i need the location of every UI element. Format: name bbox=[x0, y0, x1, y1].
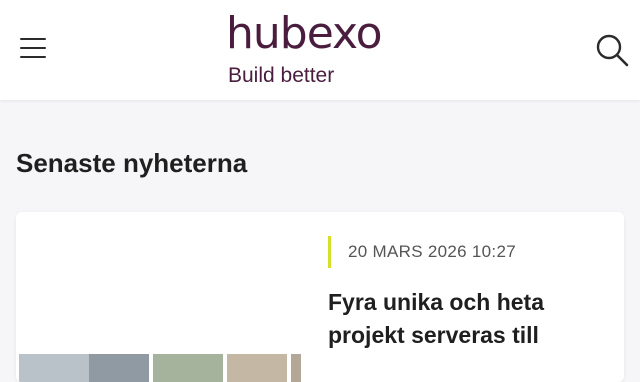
search-icon[interactable] bbox=[594, 32, 630, 68]
hubexo-logo[interactable]: hubexo Build better bbox=[226, 12, 402, 92]
news-card-date: 20 MARS 2026 10:27 bbox=[328, 236, 516, 268]
news-card[interactable]: 20 MARS 2026 10:27 Fyra unika och heta p… bbox=[16, 212, 624, 382]
logo-tagline: Build better bbox=[228, 64, 335, 87]
logo-wordmark: hubexo bbox=[226, 8, 383, 59]
hamburger-menu-icon[interactable] bbox=[20, 38, 48, 60]
page-title: Senaste nyheterna bbox=[16, 148, 248, 178]
news-card-image[interactable] bbox=[19, 354, 301, 382]
site-header: hubexo Build better bbox=[0, 0, 640, 100]
news-card-title[interactable]: Fyra unika och heta projekt serveras til… bbox=[328, 286, 608, 352]
